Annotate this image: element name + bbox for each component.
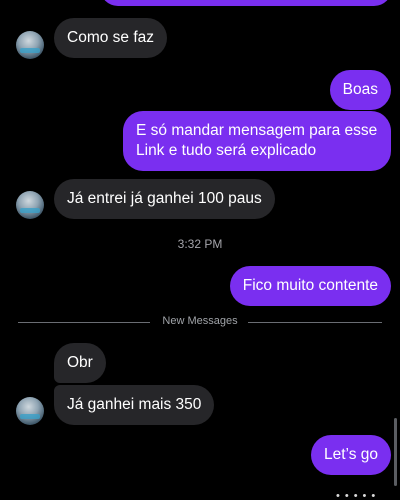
received-message-bubble[interactable]: Já ganhei mais 350 xyxy=(54,385,215,425)
new-messages-label: New Messages xyxy=(162,315,238,327)
contact-avatar[interactable] xyxy=(16,191,44,219)
sent-message-bubble[interactable]: E só mandar mensagem para esse Link e tu… xyxy=(123,111,391,171)
message-text-line: Link e tudo será explicado xyxy=(136,142,317,159)
previous-sent-bubble[interactable] xyxy=(100,0,392,6)
contact-avatar[interactable] xyxy=(16,397,44,425)
message-text-line: E só mandar mensagem para esse xyxy=(136,122,378,139)
divider-line xyxy=(248,322,382,323)
contact-avatar[interactable] xyxy=(16,31,44,59)
sent-message-bubble[interactable]: Fico muito contente xyxy=(229,266,391,306)
sent-message-bubble[interactable]: Let’s go xyxy=(310,435,391,475)
new-messages-divider: New Messages xyxy=(18,314,382,330)
message-timestamp: 3:32 PM xyxy=(177,237,223,251)
received-message-bubble[interactable]: Como se faz xyxy=(54,18,168,58)
typing-dots-icon: ••••• xyxy=(336,490,381,500)
sent-message-bubble[interactable]: Boas xyxy=(329,70,391,110)
scrollbar-thumb[interactable] xyxy=(394,418,397,486)
received-message-bubble[interactable]: Obr xyxy=(54,343,106,383)
received-message-bubble[interactable]: Já entrei já ganhei 100 paus xyxy=(54,179,275,219)
